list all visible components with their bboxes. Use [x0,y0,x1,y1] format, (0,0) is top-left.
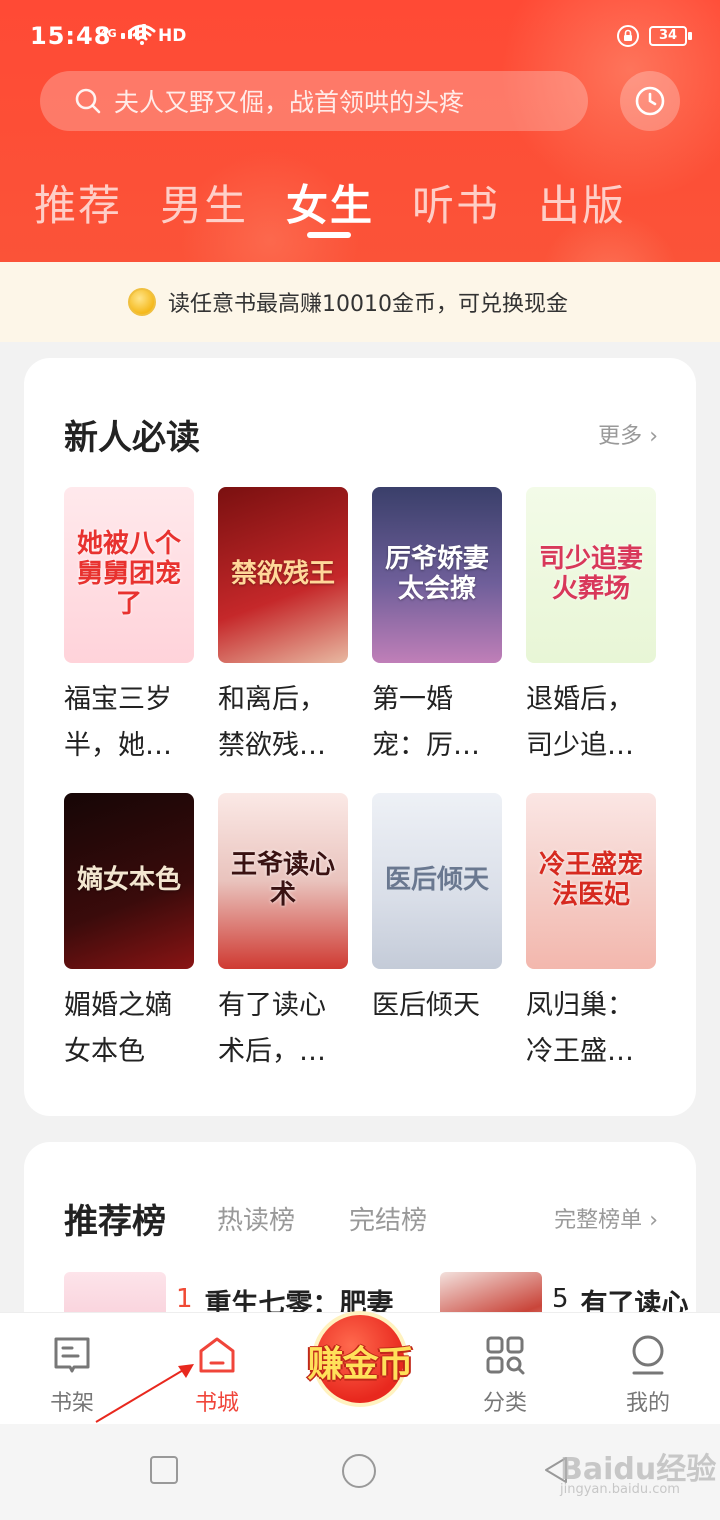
book-title: 有了读心术后，… [218,990,326,1067]
tab-audiobook[interactable]: 听书 [412,172,500,233]
book-cover: 她被八个舅舅团宠了 [64,487,194,663]
book-item[interactable]: 冷王盛宠法医妃 凤归巢：冷王盛… [526,793,656,1075]
cover-text: 她被八个舅舅团宠了 [76,529,181,619]
chevron-right-icon: › [649,1208,658,1233]
book-item[interactable]: 禁欲残王 和离后，禁欲残… [218,487,348,769]
rotation-lock-icon [617,25,639,47]
book-cover: 嫡女本色 [64,793,194,969]
rank-number: 5 [552,1284,569,1314]
book-item[interactable]: 司少追妻火葬场 退婚后，司少追… [526,487,656,769]
network-type: 4G [100,27,117,40]
signal-bar [120,33,125,39]
nav-label: 分类 [482,1391,527,1416]
book-title: 和离后，禁欲残… [218,684,326,761]
book-cover: 厉爷娇妻太会撩 [372,487,502,663]
book-title: 退婚后，司少追… [526,684,634,761]
chevron-right-icon: › [649,424,658,449]
tab-hot-ranking[interactable]: 热读榜 [217,1200,295,1237]
book-cover: 王爷读心术 [218,793,348,969]
category-tabs: 推荐 男生 女生 听书 出版 [0,172,720,242]
nav-mine[interactable]: 我的 [593,1313,703,1425]
book-item[interactable]: 王爷读心术 有了读心术后，… [218,793,348,1075]
status-bar: 15:48 4G HD 34 [0,0,720,72]
ranking-title[interactable]: 推荐榜 [64,1194,166,1243]
tab-finished-ranking[interactable]: 完结榜 [349,1200,427,1237]
battery-tip [688,32,692,40]
book-cover: 冷王盛宠法医妃 [526,793,656,969]
nav-label: 我的 [625,1391,670,1416]
home-button-icon[interactable] [340,1452,378,1490]
coin-reward-banner[interactable]: 读任意书最高赚10010金币，可兑换现金 [0,262,720,342]
section-title: 新人必读 [64,418,200,458]
earn-coins-label: 赚金币 [307,1344,413,1385]
header: 15:48 4G HD 34 夫人又野又倔，战首领哄的头疼 推荐 男生 女生 听… [0,0,720,262]
cover-text: 禁欲残王 [230,559,335,590]
book-item[interactable]: 医后倾天 医后倾天 [372,793,502,1075]
cover-text: 王爷读心术 [230,850,335,910]
book-item[interactable]: 厉爷娇妻太会撩 第一婚宠：厉… [372,487,502,769]
cover-text: 嫡女本色 [76,865,181,896]
clock-icon [635,86,665,116]
cover-text: 冷王盛宠法医妃 [538,850,643,910]
nav-category[interactable]: 分类 [450,1313,560,1425]
search-input[interactable]: 夫人又野又倔，战首领哄的头疼 [40,71,588,131]
new-reader-section: 新人必读 更多 › 她被八个舅舅团宠了 福宝三岁半，她… 禁欲残王 和离后，禁欲… [24,358,696,1116]
system-nav-bar: Baidu经验 jingyan.baidu.com [0,1424,720,1520]
full-ranking-link[interactable]: 完整榜单 › [554,1202,658,1234]
search-placeholder: 夫人又野又倔，战首领哄的头疼 [114,88,465,117]
hd-indicator: HD [158,26,187,46]
tab-recommend[interactable]: 推荐 [34,172,122,233]
book-title: 福宝三岁半，她… [64,684,172,761]
search-icon [75,88,101,114]
battery-level: 34 [658,28,678,43]
tab-publish[interactable]: 出版 [538,172,626,233]
tab-female[interactable]: 女生 [286,172,374,233]
tab-male[interactable]: 男生 [160,172,248,233]
coin-reward-text: 读任意书最高赚10010金币，可兑换现金 [168,292,568,317]
rank-number: 1 [176,1284,193,1314]
wifi-icon [128,24,156,45]
book-icon [54,1337,90,1373]
book-title: 凤归巢：冷王盛… [526,990,634,1067]
book-cover: 司少追妻火葬场 [526,487,656,663]
book-cover: 禁欲残王 [218,487,348,663]
full-ranking-label: 完整榜单 [554,1208,643,1233]
grid-search-icon [486,1336,525,1375]
cover-text: 医后倾天 [384,865,489,896]
cover-text: 司少追妻火葬场 [538,544,643,604]
watermark-url: jingyan.baidu.com [560,1482,680,1497]
book-item[interactable]: 嫡女本色 媚婚之嫡女本色 [64,793,194,1075]
annotation-arrow [95,1364,194,1423]
coin-icon [128,288,156,316]
book-title: 媚婚之嫡女本色 [64,990,172,1067]
book-title: 第一婚宠：厉… [372,684,480,761]
recent-apps-icon[interactable] [148,1454,180,1486]
cover-text: 厉爷娇妻太会撩 [384,544,489,604]
active-tab-indicator [307,232,351,238]
more-link[interactable]: 更多 › [598,418,658,450]
book-title: 医后倾天 [372,990,480,1021]
battery-icon: 34 [649,26,687,46]
more-label: 更多 [598,424,643,449]
book-cover: 医后倾天 [372,793,502,969]
earn-coins-button[interactable]: 赚金币 [298,1307,422,1407]
user-icon [632,1335,664,1375]
history-button[interactable] [620,71,680,131]
book-item[interactable]: 她被八个舅舅团宠了 福宝三岁半，她… [64,487,194,769]
